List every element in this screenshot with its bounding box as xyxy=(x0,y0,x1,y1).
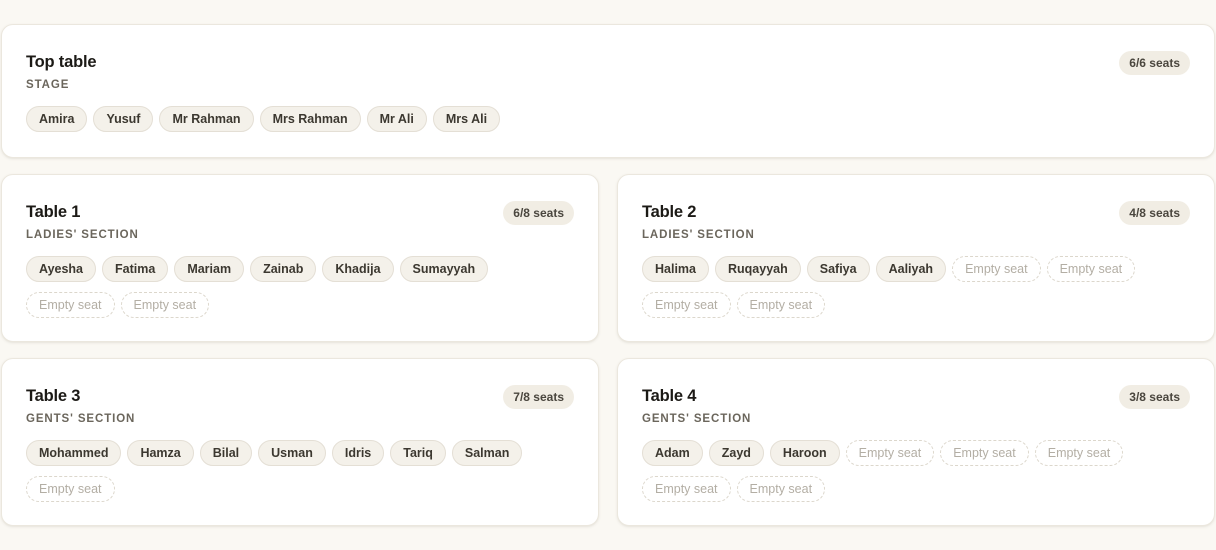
table-card-4: Table 4 GENTS' SECTION 3/8 seats Adam Za… xyxy=(617,358,1215,526)
table-section-label: STAGE xyxy=(26,79,70,91)
empty-seat-chip[interactable]: Empty seat xyxy=(845,440,935,466)
guest-chip[interactable]: Fatima xyxy=(102,256,169,282)
guest-list: Adam Zayd Haroon Empty seat Empty seat E… xyxy=(642,440,1190,502)
guest-chip[interactable]: Mr Rahman xyxy=(159,106,254,132)
guest-chip[interactable]: Sumayyah xyxy=(399,256,489,282)
empty-seat-chip[interactable]: Empty seat xyxy=(736,292,826,318)
table-section-label: GENTS' SECTION xyxy=(26,413,136,425)
guest-chip[interactable]: Mariam xyxy=(174,256,245,282)
empty-seat-chip[interactable]: Empty seat xyxy=(642,476,731,502)
table-card-3: Table 3 GENTS' SECTION 7/8 seats Mohamme… xyxy=(1,358,599,526)
table-card-1: Table 1 LADIES' SECTION 6/8 seats Ayesha… xyxy=(1,174,599,342)
seat-count-badge: 6/6 seats xyxy=(1119,51,1190,75)
guest-chip[interactable]: Mr Ali xyxy=(366,106,427,132)
guest-chip[interactable]: Bilal xyxy=(199,440,253,466)
empty-seat-chip[interactable]: Empty seat xyxy=(952,256,1041,282)
empty-seat-chip[interactable]: Empty seat xyxy=(1046,256,1136,282)
guest-chip[interactable]: Haroon xyxy=(769,440,840,466)
guest-chip[interactable]: Halima xyxy=(642,256,709,282)
guest-chip[interactable]: Salman xyxy=(451,440,523,466)
guest-chip[interactable]: Ruqayyah xyxy=(715,256,801,282)
empty-seat-chip[interactable]: Empty seat xyxy=(642,292,731,318)
guest-chip[interactable]: Adam xyxy=(642,440,703,466)
guest-chip[interactable]: Tariq xyxy=(390,440,446,466)
guest-chip[interactable]: Mrs Rahman xyxy=(259,106,361,132)
guest-chip[interactable]: Zainab xyxy=(250,256,317,282)
guest-chip[interactable]: Mrs Ali xyxy=(432,106,501,132)
empty-seat-chip[interactable]: Empty seat xyxy=(26,292,115,318)
guest-chip[interactable]: Ayesha xyxy=(26,256,97,282)
guest-list: Amira Yusuf Mr Rahman Mrs Rahman Mr Ali … xyxy=(26,106,1190,132)
table-title: Table 1 xyxy=(26,203,81,221)
seat-count-badge: 6/8 seats xyxy=(503,201,574,225)
table-section-label: LADIES' SECTION xyxy=(642,229,755,241)
seat-count-badge: 3/8 seats xyxy=(1119,385,1190,409)
table-title: Table 3 xyxy=(26,387,81,405)
guest-chip[interactable]: Usman xyxy=(258,440,326,466)
guest-list: Halima Ruqayyah Safiya Aaliyah Empty sea… xyxy=(642,256,1190,318)
guest-chip[interactable]: Hamza xyxy=(127,440,194,466)
seat-count-badge: 7/8 seats xyxy=(503,385,574,409)
empty-seat-chip[interactable]: Empty seat xyxy=(26,476,115,502)
table-card-top: Top table STAGE 6/6 seats Amira Yusuf Mr… xyxy=(1,24,1215,158)
guest-chip[interactable]: Khadija xyxy=(322,256,394,282)
seat-count-badge: 4/8 seats xyxy=(1119,201,1190,225)
empty-seat-chip[interactable]: Empty seat xyxy=(120,292,210,318)
guest-chip[interactable]: Idris xyxy=(331,440,385,466)
guest-chip[interactable]: Amira xyxy=(26,106,88,132)
empty-seat-chip[interactable]: Empty seat xyxy=(940,440,1029,466)
empty-seat-chip[interactable]: Empty seat xyxy=(736,476,826,502)
guest-list: Ayesha Fatima Mariam Zainab Khadija Suma… xyxy=(26,256,574,318)
table-title: Table 2 xyxy=(642,203,697,221)
guest-chip[interactable]: Mohammed xyxy=(26,440,122,466)
table-section-label: GENTS' SECTION xyxy=(642,413,752,425)
guest-chip[interactable]: Zayd xyxy=(708,440,764,466)
table-title: Top table xyxy=(26,53,97,71)
table-section-label: LADIES' SECTION xyxy=(26,229,139,241)
table-card-2: Table 2 LADIES' SECTION 4/8 seats Halima… xyxy=(617,174,1215,342)
guest-list: Mohammed Hamza Bilal Usman Idris Tariq S… xyxy=(26,440,574,502)
guest-chip[interactable]: Safiya xyxy=(806,256,870,282)
table-title: Table 4 xyxy=(642,387,697,405)
guest-chip[interactable]: Aaliyah xyxy=(875,256,947,282)
empty-seat-chip[interactable]: Empty seat xyxy=(1034,440,1124,466)
guest-chip[interactable]: Yusuf xyxy=(93,106,154,132)
